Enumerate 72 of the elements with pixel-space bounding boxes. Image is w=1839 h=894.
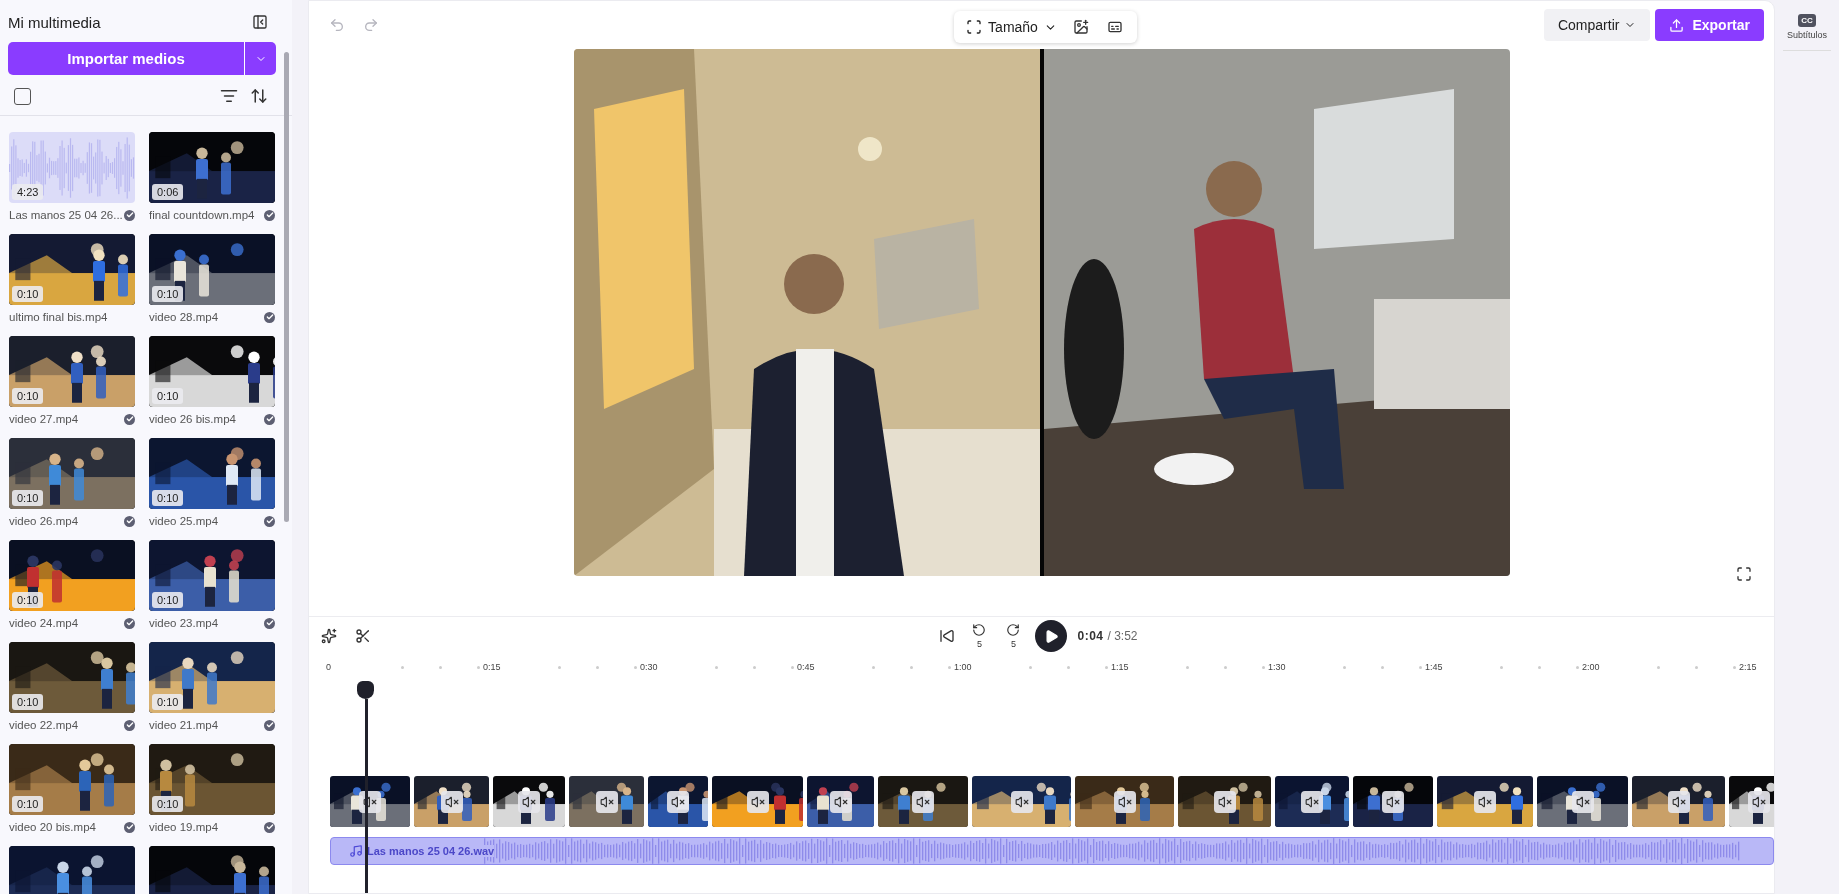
duration-badge: 0:10 bbox=[12, 286, 44, 302]
ruler-label: 1:15 bbox=[1111, 662, 1130, 672]
duration-badge: 0:10 bbox=[152, 694, 184, 710]
media-name: video 19.mp4 bbox=[149, 821, 219, 833]
ruler-label: 1:00 bbox=[954, 662, 973, 672]
mute-icon[interactable] bbox=[912, 790, 934, 813]
media-name: video 21.mp4 bbox=[149, 719, 219, 731]
duration-badge: 0:10 bbox=[152, 286, 184, 302]
rewind-button[interactable]: 5 bbox=[967, 623, 992, 649]
scrollbar[interactable] bbox=[284, 52, 289, 522]
ruler-label: 1:45 bbox=[1425, 662, 1444, 672]
captions-button[interactable]: CC Subtítulos bbox=[1783, 14, 1831, 51]
media-name: Las manos 25 04 26... bbox=[9, 209, 123, 221]
media-name: video 24.mp4 bbox=[9, 617, 79, 629]
duration-badge: 0:10 bbox=[152, 796, 184, 812]
media-name: video 25.mp4 bbox=[149, 515, 219, 527]
fullscreen-icon[interactable] bbox=[1734, 564, 1754, 584]
playhead-handle[interactable] bbox=[357, 681, 374, 699]
duration-badge: 4:23 bbox=[12, 184, 44, 200]
duration-badge: 0:10 bbox=[12, 592, 44, 608]
forward-button[interactable]: 5 bbox=[1001, 623, 1026, 649]
ruler-label: 0 bbox=[326, 662, 332, 672]
play-button[interactable] bbox=[1035, 620, 1068, 652]
upload-icon bbox=[1669, 17, 1685, 33]
audio-name: Las manos 25 04 26.wav bbox=[367, 845, 495, 857]
ruler-label: 0:30 bbox=[640, 662, 659, 672]
ruler-label: 2:00 bbox=[1582, 662, 1601, 672]
duration-badge: 0:10 bbox=[12, 490, 44, 506]
import-options-button[interactable] bbox=[244, 42, 276, 75]
mute-icon[interactable] bbox=[518, 790, 540, 813]
mute-icon[interactable] bbox=[1748, 790, 1770, 813]
mute-icon[interactable] bbox=[667, 790, 689, 813]
duration-badge: 0:10 bbox=[12, 388, 44, 404]
ruler-label: 0:15 bbox=[483, 662, 502, 672]
media-name: ultimo final bis.mp4 bbox=[9, 311, 108, 323]
duration-badge: 0:10 bbox=[152, 490, 184, 506]
current-time: 0:04 bbox=[1077, 629, 1104, 643]
mute-icon[interactable] bbox=[1382, 790, 1404, 813]
ruler-label: 0:45 bbox=[797, 662, 816, 672]
forward-icon bbox=[1006, 623, 1021, 637]
media-name: video 26 bis.mp4 bbox=[149, 413, 236, 425]
mute-icon[interactable] bbox=[1301, 790, 1323, 813]
import-media-button[interactable]: Importar medios bbox=[8, 42, 244, 75]
ruler-label: 1:30 bbox=[1268, 662, 1287, 672]
media-name: video 22.mp4 bbox=[9, 719, 79, 731]
crop-icon bbox=[966, 19, 983, 35]
play-icon bbox=[1043, 628, 1059, 644]
sparkles-icon[interactable] bbox=[319, 626, 339, 646]
panel-title: Mi multimedia bbox=[8, 13, 101, 31]
duration-badge: 0:06 bbox=[152, 184, 184, 200]
select-all-checkbox[interactable] bbox=[14, 87, 31, 105]
mute-icon[interactable] bbox=[1474, 790, 1496, 813]
media-name: final countdown.mp4 bbox=[149, 209, 255, 221]
music-icon bbox=[349, 844, 363, 858]
rewind-icon bbox=[972, 623, 987, 637]
export-button[interactable]: Exportar bbox=[1655, 9, 1764, 41]
size-button[interactable]: Tamaño bbox=[966, 19, 1057, 35]
captions-icon: CC bbox=[1798, 14, 1816, 27]
ruler-label: 2:15 bbox=[1739, 662, 1758, 672]
duration-badge: 0:10 bbox=[152, 388, 184, 404]
duration-badge: 0:10 bbox=[12, 796, 44, 812]
duration-badge: 0:10 bbox=[152, 592, 184, 608]
media-name: video 20 bis.mp4 bbox=[9, 821, 96, 833]
collapse-panel-icon[interactable] bbox=[250, 12, 270, 32]
media-name: video 28.mp4 bbox=[149, 311, 219, 323]
media-name: video 23.mp4 bbox=[149, 617, 219, 629]
duration-badge: 0:10 bbox=[12, 694, 44, 710]
share-button[interactable]: Compartir bbox=[1543, 9, 1651, 41]
media-name: video 26.mp4 bbox=[9, 515, 79, 527]
total-time: / 3:52 bbox=[1107, 629, 1138, 643]
audio-clip[interactable]: Las manos 25 04 26.wav bbox=[330, 837, 1774, 865]
media-name: video 27.mp4 bbox=[9, 413, 79, 425]
